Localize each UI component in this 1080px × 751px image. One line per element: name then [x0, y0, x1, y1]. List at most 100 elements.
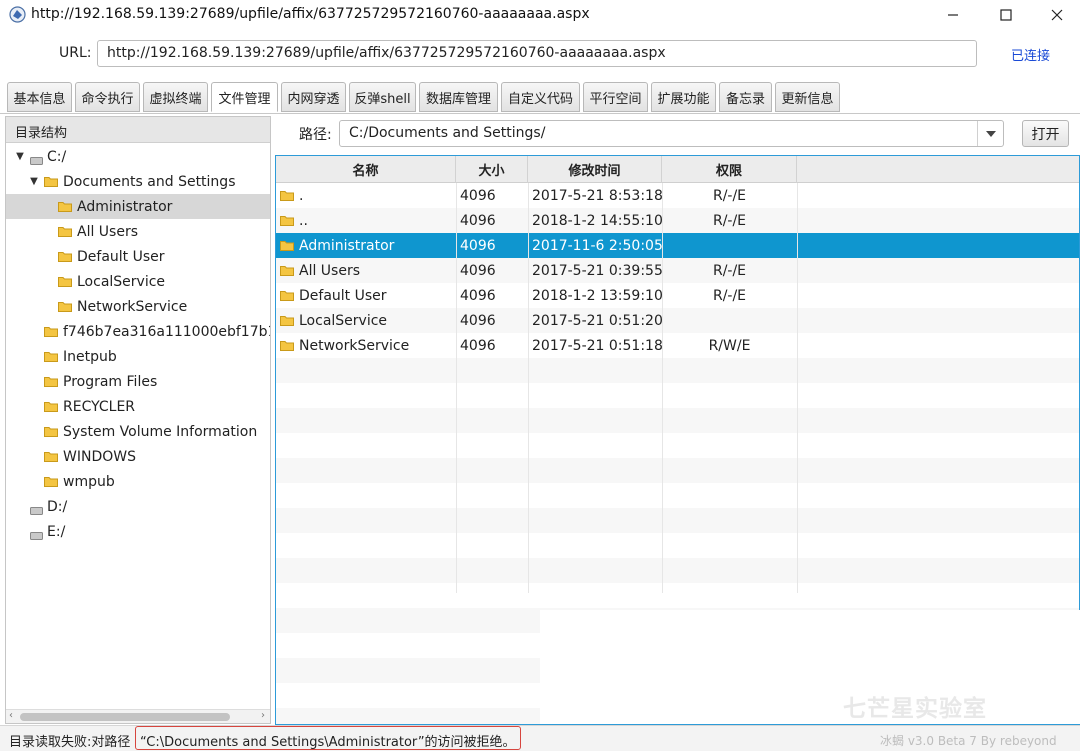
tab-label: 自定义代码 [507, 91, 573, 107]
tree-item-label: LocalService [77, 273, 166, 290]
tree-item-label: WINDOWS [63, 448, 136, 465]
tab-file-manager[interactable]: 文件管理 [211, 82, 278, 112]
scroll-left-icon[interactable]: ‹ [9, 710, 13, 721]
connection-status[interactable]: 已连接 [1011, 45, 1050, 64]
tab-extensions[interactable]: 扩展功能 [651, 82, 716, 112]
tree-item-inetpub[interactable]: Inetpub [6, 344, 270, 369]
mtime-cell: 2017-5-21 0:51:18 [532, 337, 663, 354]
empty-row [276, 383, 1079, 408]
tab-update-info[interactable]: 更新信息 [775, 82, 840, 112]
tab-command-exec[interactable]: 命令执行 [75, 82, 140, 112]
table-row[interactable]: . 4096 2017-5-21 8:53:18 R/-/E [276, 183, 1079, 208]
tree-item-administrator[interactable]: Administrator [6, 194, 270, 219]
url-input[interactable]: http://192.168.59.139:27689/upfile/affix… [97, 40, 977, 67]
tree-item-label: D:/ [47, 498, 68, 515]
file-name: .. [299, 212, 308, 229]
empty-row [276, 483, 1079, 508]
table-row-selected[interactable]: Administrator 4096 2017-11-6 2:50:05 [276, 233, 1079, 258]
empty-row [276, 583, 1079, 608]
dropdown-arrow-icon[interactable] [977, 121, 1003, 146]
tree-item-all-users[interactable]: All Users [6, 219, 270, 244]
close-button[interactable] [1034, 0, 1080, 30]
folder-icon [280, 190, 294, 201]
tree-item-label: System Volume Information [63, 423, 258, 440]
tab-basic-info[interactable]: 基本信息 [7, 82, 72, 112]
watermark: 七芒星实验室 [843, 696, 987, 722]
tree-item-label: NetworkService [77, 298, 188, 315]
mtime-cell: 2017-11-6 2:50:05 [532, 237, 663, 254]
tree-item-c-drive[interactable]: ▼ C:/ [6, 144, 270, 169]
tab-memo[interactable]: 备忘录 [719, 82, 772, 112]
table-row[interactable]: Default User 4096 2018-1-2 13:59:10 R/-/… [276, 283, 1079, 308]
table-header: 名称 大小 修改时间 权限 [276, 156, 1079, 183]
column-header-size[interactable]: 大小 [456, 156, 528, 183]
tree-item-label: C:/ [47, 148, 67, 165]
tab-label: 反弹shell [354, 91, 411, 107]
tree-item-default-user[interactable]: Default User [6, 244, 270, 269]
tree-horizontal-scrollbar[interactable]: ‹ › [6, 709, 270, 723]
expand-arrow-icon[interactable]: ▼ [28, 176, 40, 187]
tree-item-documents-and-settings[interactable]: ▼ Documents and Settings [6, 169, 270, 194]
table-row[interactable]: All Users 4096 2017-5-21 0:39:55 R/-/E [276, 258, 1079, 283]
column-divider [456, 183, 457, 593]
folder-icon [44, 451, 58, 462]
tree-item-recycler[interactable]: RECYCLER [6, 394, 270, 419]
file-name: NetworkService [299, 337, 410, 354]
expand-arrow-icon[interactable]: ▼ [14, 151, 26, 162]
empty-row [276, 458, 1079, 483]
folder-icon [58, 251, 72, 262]
status-message: “C:\Documents and Settings\Administrator… [140, 735, 516, 750]
tree-item-networkservice[interactable]: NetworkService [6, 294, 270, 319]
path-combobox[interactable]: C:/Documents and Settings/ [339, 120, 1004, 147]
column-header-name[interactable]: 名称 [276, 156, 456, 183]
tab-label: 更新信息 [781, 91, 834, 107]
column-header-mtime[interactable]: 修改时间 [528, 156, 662, 183]
tab-bar: 基本信息 命令执行 虚拟终端 文件管理 内网穿透 反弹shell 数据库管理 自… [0, 78, 1080, 114]
minimize-button[interactable] [930, 0, 976, 30]
tree-item-wmpub[interactable]: wmpub [6, 469, 270, 494]
maximize-button[interactable] [983, 0, 1029, 30]
table-row[interactable]: NetworkService 4096 2017-5-21 0:51:18 R/… [276, 333, 1079, 358]
tree-item-windows[interactable]: WINDOWS [6, 444, 270, 469]
scrollbar-thumb[interactable] [20, 713, 230, 721]
mtime-cell: 2017-5-21 0:39:55 [532, 262, 663, 279]
permission-cell: R/-/E [712, 287, 747, 304]
minimize-icon [948, 14, 958, 16]
table-row[interactable]: LocalService 4096 2017-5-21 0:51:20 [276, 308, 1079, 333]
tab-reverse-shell[interactable]: 反弹shell [349, 82, 416, 112]
tab-intranet-tunnel[interactable]: 内网穿透 [281, 82, 346, 112]
tree-item-d-drive[interactable]: D:/ [6, 494, 270, 519]
tree-item-label: Administrator [77, 198, 173, 215]
tree-item-localservice[interactable]: LocalService [6, 269, 270, 294]
permission-cell: R/-/E [712, 187, 747, 204]
name-cell: .. [280, 208, 308, 233]
tree-item-label: All Users [77, 223, 139, 240]
folder-icon [44, 401, 58, 412]
status-bar: 目录读取失败:对路径 “C:\Documents and Settings\Ad… [0, 725, 1080, 751]
folder-icon [58, 301, 72, 312]
drive-icon [30, 528, 43, 540]
table-row[interactable]: .. 4096 2018-1-2 14:55:10 R/-/E [276, 208, 1079, 233]
path-label: 路径: [299, 127, 332, 143]
tab-virtual-terminal[interactable]: 虚拟终端 [143, 82, 208, 112]
mtime-cell: 2017-5-21 8:53:18 [532, 187, 663, 204]
column-header-permission[interactable]: 权限 [662, 156, 797, 183]
file-name: . [299, 187, 304, 204]
permission-cell [662, 308, 797, 333]
column-divider [528, 183, 529, 593]
tree-header: 目录结构 [6, 117, 270, 143]
open-button[interactable]: 打开 [1022, 120, 1069, 147]
tree-item-f746b7ea[interactable]: f746b7ea316a111000ebf17b1f07 [6, 319, 270, 344]
tree-item-system-volume-information[interactable]: System Volume Information [6, 419, 270, 444]
window-title: http://192.168.59.139:27689/upfile/affix… [31, 6, 590, 22]
tab-label: 基本信息 [13, 91, 66, 107]
tree-item-e-drive[interactable]: E:/ [6, 519, 270, 544]
tab-parallel-space[interactable]: 平行空间 [583, 82, 648, 112]
tree-item-program-files[interactable]: Program Files [6, 369, 270, 394]
scroll-right-icon[interactable]: › [261, 710, 265, 721]
tab-database[interactable]: 数据库管理 [419, 82, 498, 112]
file-name: LocalService [299, 312, 388, 329]
size-cell: 4096 [460, 262, 496, 279]
tab-custom-code[interactable]: 自定义代码 [501, 82, 580, 112]
version-text: 冰蝎 v3.0 Beta 7 By rebeyond [880, 734, 1057, 748]
